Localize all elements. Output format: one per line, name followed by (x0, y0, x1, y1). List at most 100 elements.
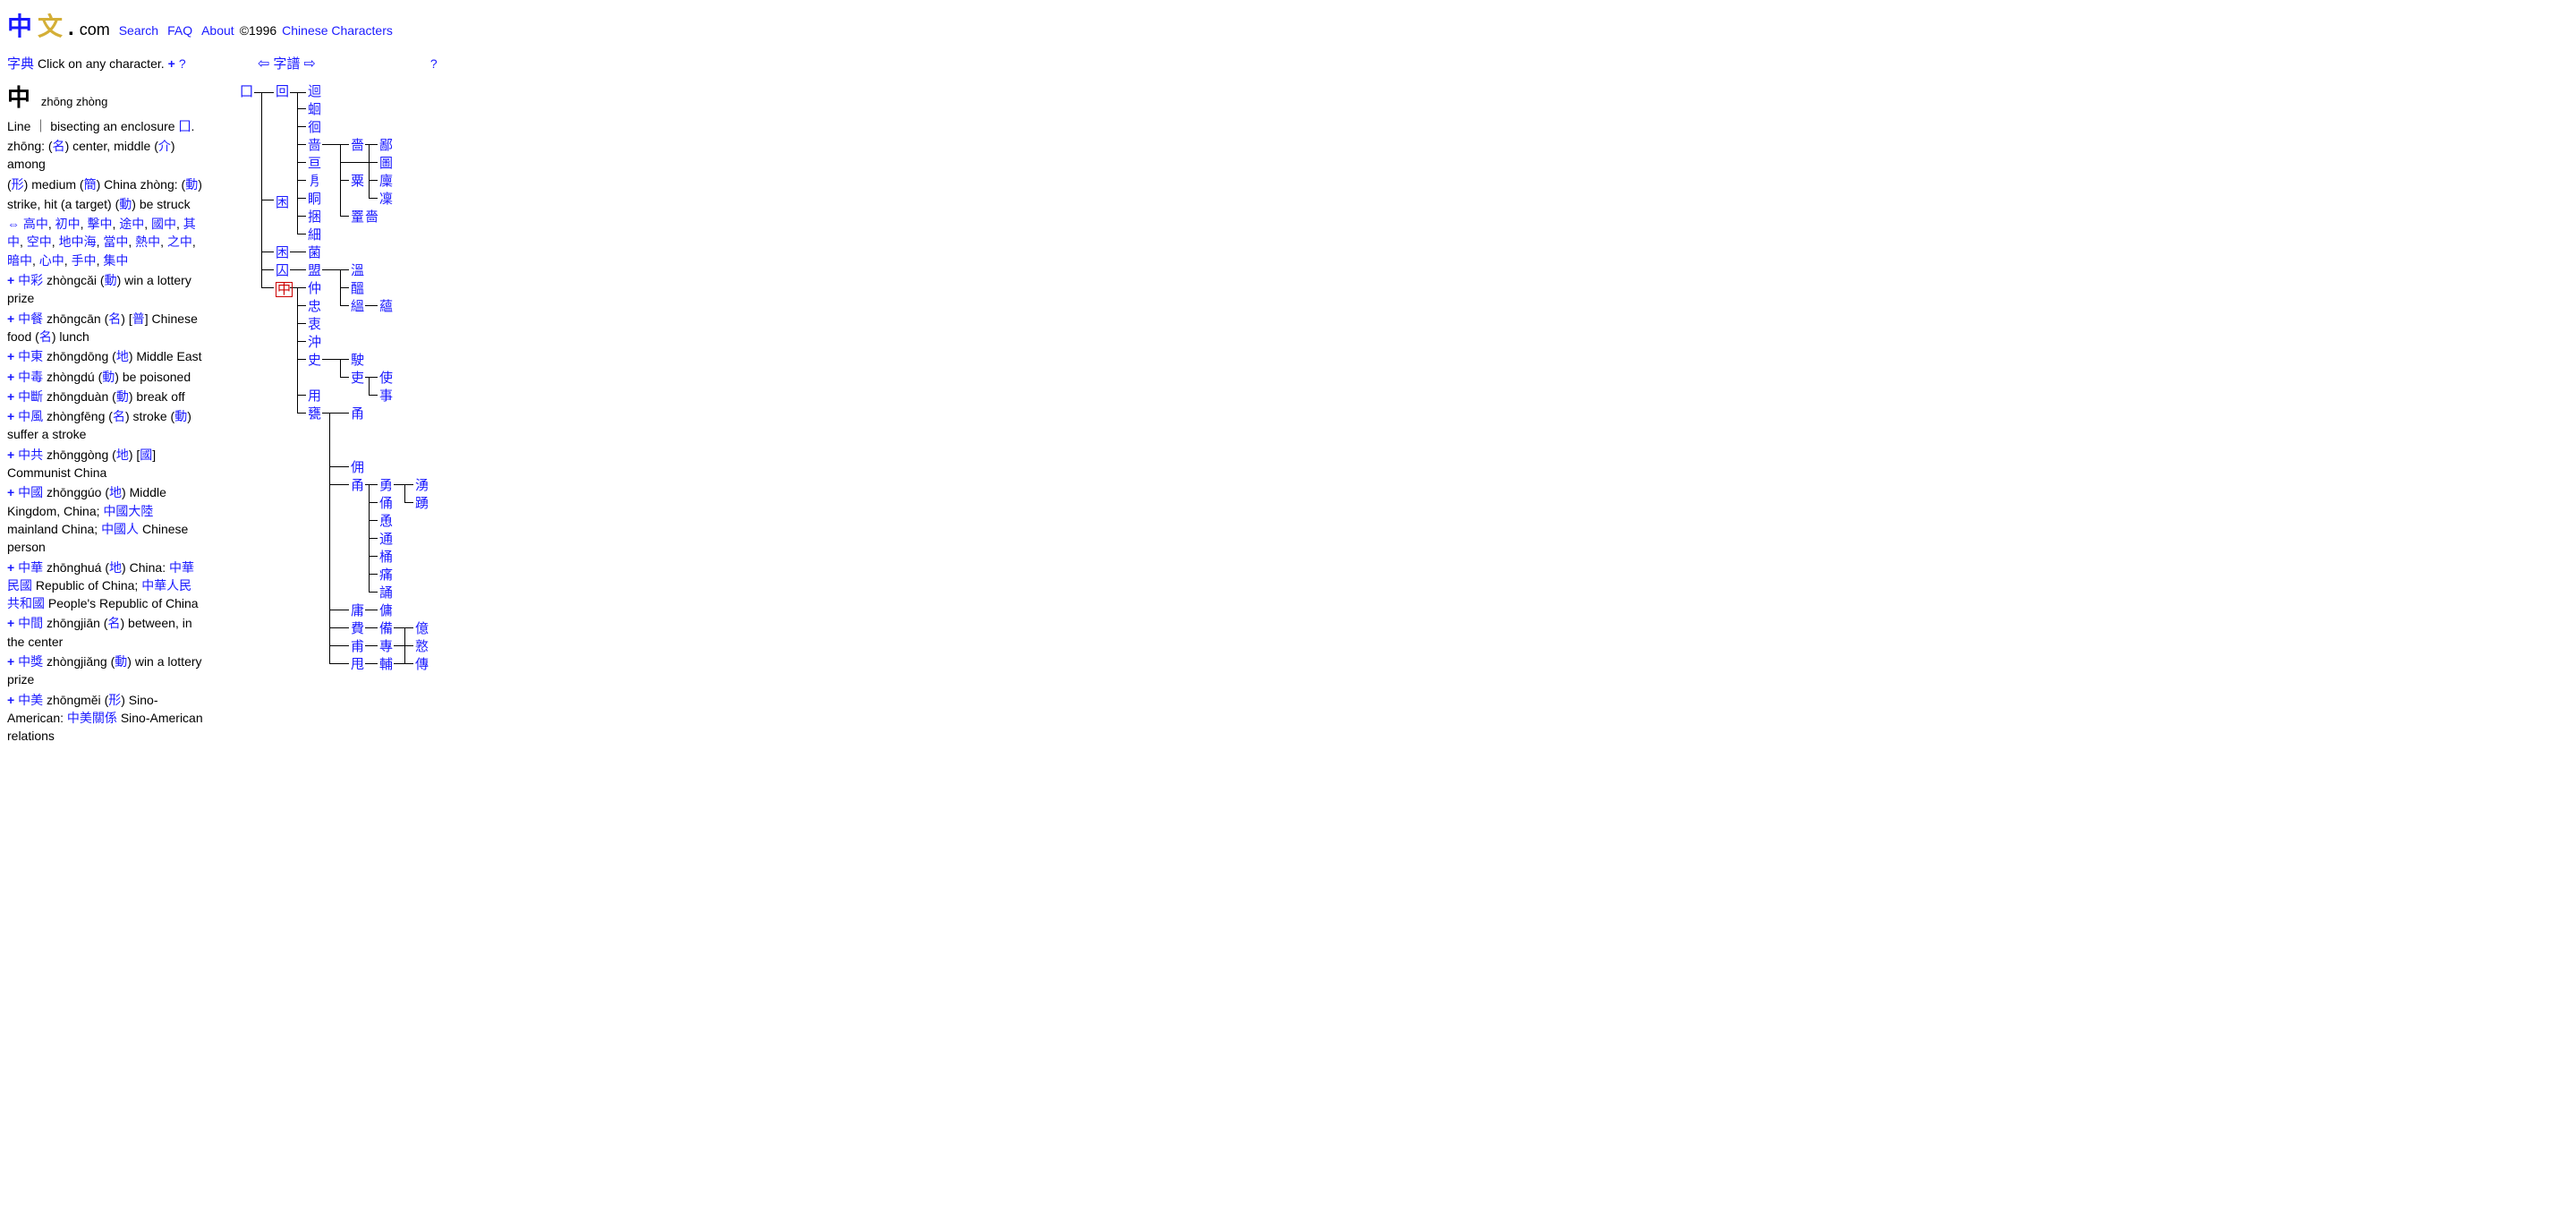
compound-link[interactable]: 高中 (23, 217, 48, 231)
pos-noun-link[interactable]: 名 (53, 139, 65, 153)
tree-node-char[interactable]: 㐆 (308, 175, 321, 188)
nav-search[interactable]: Search (119, 23, 158, 38)
entry-word-link[interactable]: 中國 (18, 485, 43, 499)
pos-tag-link[interactable]: 動 (105, 273, 117, 287)
entry-subword-link[interactable]: 中美關係 (67, 711, 117, 725)
tree-node-char[interactable]: 甬 (351, 407, 364, 421)
expand-plus-icon[interactable]: + (7, 389, 14, 404)
compound-link[interactable]: 熱中 (135, 235, 160, 249)
tree-node-char[interactable]: 囗 (240, 85, 253, 98)
compound-link[interactable]: 地中海 (59, 235, 97, 249)
tree-node-char[interactable]: 蘊 (379, 300, 393, 313)
expand-plus-icon[interactable]: + (7, 370, 14, 384)
expand-plus-icon[interactable]: + (7, 693, 14, 707)
tree-node-char[interactable]: 粟 (351, 175, 364, 188)
tree-node-char[interactable]: 困 (276, 196, 289, 209)
tree-node-char[interactable]: 億 (415, 622, 429, 635)
tree-node-char[interactable]: 罿 (351, 210, 364, 224)
tree-node-char[interactable]: 廩 (379, 175, 393, 188)
tree-node-char[interactable]: 備 (379, 622, 393, 635)
tree-node-char[interactable]: 湧 (415, 479, 429, 492)
logo-zhong-char[interactable]: 中 (7, 7, 32, 43)
compound-link[interactable]: 當中 (103, 235, 128, 249)
tree-node-char[interactable]: 細 (308, 228, 321, 242)
tree-node-char[interactable]: 菌 (308, 246, 321, 260)
pos-tag-link[interactable]: 國 (140, 448, 152, 462)
tree-node-char[interactable]: 史 (308, 354, 321, 367)
tree-node-char[interactable]: 傭 (379, 604, 393, 618)
tree-node-char[interactable]: 吏 (351, 371, 364, 385)
pos-verb2-link[interactable]: 動 (119, 197, 132, 211)
expand-plus-icon[interactable]: + (7, 349, 14, 363)
tree-node-char[interactable]: 輔 (379, 658, 393, 671)
compound-link[interactable]: 初中 (55, 217, 81, 231)
tree-node-char[interactable]: 費 (351, 622, 364, 635)
expand-plus-icon[interactable]: + (7, 616, 14, 630)
tree-node-char[interactable]: 痛 (379, 568, 393, 582)
tree-node-char[interactable]: 圖 (379, 157, 393, 170)
zipu-link[interactable]: 字譜 (273, 54, 300, 72)
tree-node-char[interactable]: 衷 (308, 318, 321, 331)
entry-word-link[interactable]: 中間 (18, 616, 43, 630)
tree-node-char[interactable]: 甫 (351, 640, 364, 653)
nav-about[interactable]: About (201, 23, 234, 38)
tree-node-char[interactable]: 桶 (379, 550, 393, 564)
expand-plus-icon[interactable]: + (7, 273, 14, 287)
pos-tag-link[interactable]: 名 (108, 311, 121, 326)
pos-tag-link[interactable]: 動 (174, 409, 187, 423)
pos-tag-link[interactable]: 動 (115, 654, 127, 669)
expand-plus-icon[interactable]: + (7, 485, 14, 499)
compound-link[interactable]: 國中 (151, 217, 176, 231)
tree-node-char[interactable]: 啬 (308, 139, 321, 152)
tree-node-char[interactable]: 囚 (276, 264, 289, 277)
tree-node-char[interactable]: 盟 (308, 264, 321, 277)
pos-verb-link[interactable]: 動 (185, 177, 198, 192)
plus-icon[interactable]: + (168, 56, 175, 71)
help-icon[interactable]: ? (179, 56, 186, 71)
tree-node-char[interactable]: 仲 (308, 282, 321, 295)
expand-plus-icon[interactable]: + (7, 409, 14, 423)
entry-subword-link[interactable]: 中國人 (101, 522, 139, 536)
right-arrow-icon[interactable]: ⇨ (303, 55, 315, 72)
tree-node-char[interactable]: 佣 (351, 461, 364, 474)
expand-plus-icon[interactable]: + (7, 560, 14, 575)
pos-tag-link[interactable]: 地 (116, 448, 129, 462)
tree-node-char[interactable]: 踴 (415, 497, 429, 510)
entry-subword-link[interactable]: 中國大陸 (103, 504, 153, 518)
tree-node-char[interactable]: 迴 (308, 85, 321, 98)
left-arrow-icon[interactable]: ⇦ (258, 55, 269, 72)
tree-node-char[interactable]: 縕 (351, 300, 364, 313)
pos-tag-link[interactable]: 普 (132, 311, 145, 326)
tree-node-char[interactable]: 恿 (379, 515, 393, 528)
compound-link[interactable]: 之中 (167, 235, 192, 249)
tree-node-char[interactable]: 捆 (308, 210, 321, 224)
enclosure-char-link[interactable]: 囗 (178, 119, 191, 133)
logo-wen-char[interactable]: 文 (38, 7, 63, 43)
entry-word-link[interactable]: 中東 (18, 349, 43, 363)
tree-node-char[interactable]: 甬 (351, 479, 364, 492)
compound-link[interactable]: 途中 (119, 217, 144, 231)
tree-node-char[interactable]: 甩 (351, 658, 364, 671)
entry-word-link[interactable]: 中風 (18, 409, 43, 423)
tree-node-char[interactable]: 誦 (379, 586, 393, 600)
tree-node-char[interactable]: 困 (276, 246, 289, 260)
tree-node-char[interactable]: 使 (379, 371, 393, 385)
tree-node-char[interactable]: 徊 (308, 121, 321, 134)
pos-tag-link[interactable]: 名 (113, 409, 125, 423)
pos-adj-link[interactable]: 形 (12, 177, 24, 192)
tree-node-char[interactable]: 嗇 (365, 210, 378, 224)
entry-word-link[interactable]: 中斷 (18, 389, 43, 404)
entry-word-link[interactable]: 中彩 (18, 273, 43, 287)
compound-link[interactable]: 擊中 (87, 217, 112, 231)
expand-plus-icon[interactable]: + (7, 654, 14, 669)
nav-faq[interactable]: FAQ (167, 23, 192, 38)
tree-node-char[interactable]: 嗇 (351, 139, 364, 152)
tree-node-char[interactable]: 凜 (379, 192, 393, 206)
chinese-characters-link[interactable]: Chinese Characters (282, 23, 393, 38)
pos-tag-link[interactable]: 地 (109, 485, 122, 499)
pos-tag-link[interactable]: 形 (108, 693, 121, 707)
tree-node-char[interactable]: 甕 (308, 407, 321, 421)
pos-tag-link[interactable]: 動 (116, 389, 129, 404)
tree-node-char[interactable]: 憝 (415, 640, 429, 653)
compounds-arrow-icon[interactable]: ⇔ (7, 217, 23, 231)
